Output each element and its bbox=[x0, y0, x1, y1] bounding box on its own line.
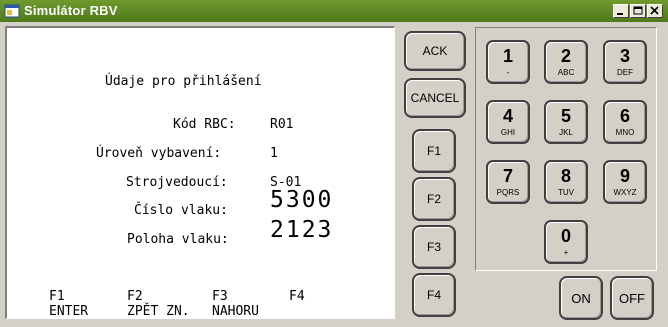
key-8[interactable]: 8 TUV bbox=[544, 160, 588, 204]
value-equipment-level: 1 bbox=[270, 146, 278, 161]
display-screen: Údaje pro přihlášení Kód RBC: R01 Úroveň… bbox=[5, 26, 395, 319]
key-5-digit: 5 bbox=[560, 106, 571, 126]
key-9[interactable]: 9 WXYZ bbox=[603, 160, 647, 204]
softkey-label-f3: F3 bbox=[212, 289, 228, 304]
maximize-icon bbox=[633, 6, 643, 15]
window-title: Simulátor RBV bbox=[24, 3, 118, 18]
f4-button[interactable]: F4 bbox=[412, 273, 456, 317]
f1-button[interactable]: F1 bbox=[412, 129, 456, 173]
f2-button[interactable]: F2 bbox=[412, 177, 456, 221]
cancel-button[interactable]: CANCEL bbox=[404, 78, 466, 118]
value-train-number: 5300 bbox=[270, 187, 334, 213]
key-2-digit: 2 bbox=[560, 46, 571, 66]
app-window: Simulátor RBV Údaje pro přihlášení Kód R… bbox=[0, 0, 668, 327]
close-button[interactable] bbox=[647, 4, 663, 18]
key-0[interactable]: 0 + bbox=[544, 220, 588, 264]
key-1[interactable]: 1- bbox=[486, 40, 530, 84]
key-7-letters: PQRS bbox=[496, 188, 520, 197]
key-0-letters: + bbox=[563, 248, 569, 257]
key-6[interactable]: 6 MNO bbox=[603, 100, 647, 144]
maximize-button[interactable] bbox=[630, 4, 646, 18]
app-icon bbox=[4, 4, 20, 18]
key-8-letters: TUV bbox=[558, 188, 574, 197]
softkey-label-f4: F4 bbox=[289, 289, 305, 304]
key-1-digit: 1 bbox=[502, 46, 513, 66]
softkey-label-f1: F1 bbox=[49, 289, 65, 304]
key-0-digit: 0 bbox=[560, 226, 571, 246]
on-button[interactable]: ON bbox=[559, 276, 603, 320]
f3-button[interactable]: F3 bbox=[412, 225, 456, 269]
key-5-letters: JKL bbox=[559, 128, 573, 137]
key-9-digit: 9 bbox=[619, 166, 630, 186]
softkey-action-f2: ZPĚT ZN. bbox=[127, 304, 190, 319]
key-6-digit: 6 bbox=[619, 106, 630, 126]
key-6-letters: MNO bbox=[615, 128, 635, 137]
value-rbc-code: R01 bbox=[270, 117, 294, 132]
key-3-letters: DEF bbox=[617, 68, 633, 77]
title-bar[interactable]: Simulátor RBV bbox=[0, 0, 668, 22]
key-7-digit: 7 bbox=[502, 166, 513, 186]
softkey-action-f1: ENTER bbox=[49, 304, 89, 319]
key-5[interactable]: 5 JKL bbox=[544, 100, 588, 144]
label-train-number: Číslo vlaku: bbox=[134, 203, 228, 218]
off-button[interactable]: OFF bbox=[610, 276, 654, 320]
key-3[interactable]: 3 DEF bbox=[603, 40, 647, 84]
close-icon bbox=[650, 6, 659, 15]
minimize-button[interactable] bbox=[613, 4, 629, 18]
ack-button[interactable]: ACK bbox=[404, 31, 466, 71]
key-9-letters: WXYZ bbox=[613, 188, 637, 197]
label-rbc-code: Kód RBC: bbox=[173, 117, 236, 132]
key-4-digit: 4 bbox=[502, 106, 513, 126]
key-4-letters: GHI bbox=[500, 128, 516, 137]
key-7[interactable]: 7 PQRS bbox=[486, 160, 530, 204]
softkey-action-f3: NAHORU bbox=[212, 304, 259, 319]
key-8-digit: 8 bbox=[560, 166, 571, 186]
key-2-letters: ABC bbox=[557, 68, 575, 77]
label-equipment-level: Úroveň vybavení: bbox=[96, 146, 222, 161]
numeric-keypad: 1- 2 ABC 3 DEF 4 GHI 5 JKL 6 MNO 7 PQRS 8 TUV 9… bbox=[475, 27, 657, 271]
screen-heading: Údaje pro přihlášení bbox=[105, 74, 262, 89]
key-3-digit: 3 bbox=[619, 46, 630, 66]
label-driver: Strojvedoucí: bbox=[126, 175, 228, 190]
minimize-icon bbox=[617, 13, 623, 15]
label-train-position: Poloha vlaku: bbox=[127, 232, 229, 247]
value-train-position: 2123 bbox=[270, 217, 334, 243]
key-4[interactable]: 4 GHI bbox=[486, 100, 530, 144]
key-2[interactable]: 2 ABC bbox=[544, 40, 588, 84]
softkey-label-f2: F2 bbox=[127, 289, 143, 304]
key-1-letters: - bbox=[506, 68, 510, 77]
